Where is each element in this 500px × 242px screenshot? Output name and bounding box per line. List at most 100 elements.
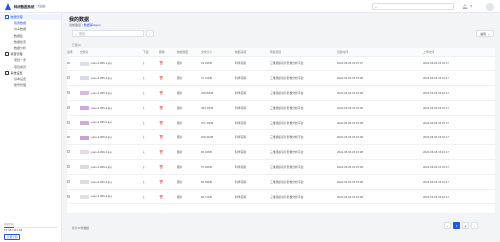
delete-icon[interactable]: 🗑︎ [159,135,163,139]
column-header-3: 删除 [159,48,177,57]
page-button-2[interactable]: 2 [462,222,469,229]
table-cell: yuan-4-995-5.jpg [80,115,143,131]
folder-icon [5,15,9,19]
file-name[interactable]: yuan-4-995-4.jpg [91,106,112,110]
download-icon[interactable]: ⤓ [143,91,145,95]
table-cell: 2024-06-06 15:15:38 [337,70,423,87]
data-type: 图片 [177,135,183,140]
table-row[interactable]: yuan-4-995-3.jpg ⤓ 🗑︎ 图片 445.83KB 科学实验 三维组织切片影… [67,85,495,101]
row-checkbox[interactable] [67,179,70,183]
row-checkbox[interactable] [67,91,70,94]
table-row[interactable]: yuan-4-995-4.jpg ⤓ 🗑︎ 图片 383.17KB 科学实验 三维组织切片影… [67,100,495,116]
created-time: 2024-06-06 15:15:38 [337,164,363,169]
table-cell: yuan-4-995-2.jpg [80,70,143,87]
table-cell [67,115,80,131]
sidebar-item-2-1[interactable]: 账号管理 [0,82,61,88]
chevron-down-icon: ⌄ [487,31,490,36]
table-cell: ⤓ [143,115,159,131]
table-cell: ⤓ [143,159,159,175]
table-cell: yuan-4-996-2.jpg [80,159,143,175]
row-checkbox[interactable] [67,194,70,198]
download-icon[interactable]: ⤓ [143,180,145,184]
file-name[interactable]: yuan-4-995-2.jpg [91,76,112,80]
search-button[interactable]: ⌕ [146,30,154,37]
created-time: 2024-06-06 15:15:38 [337,194,363,199]
download-icon[interactable]: ⤓ [143,195,145,199]
data-source: 科学实验 [235,90,247,95]
created-time: 2024-06-06 15:15:38 [337,76,363,81]
download-icon[interactable]: ⤓ [143,121,145,125]
file-name[interactable]: yuan-4-995-5.jpg [91,120,112,124]
file-name[interactable]: yuan-4-995-6.jpg [91,135,112,139]
table-row[interactable]: yuan-4-996-4.jpg ⤓ 🗑︎ 图片 60.71KB 科学实验 三维组织切片影像… [67,189,495,205]
file-name[interactable]: yuan-4-996-1.jpg [91,150,112,154]
data-source: 科学实验 [235,61,247,66]
file-name[interactable]: yuan-4-996-3.jpg [91,180,112,184]
table-cell: 图片 [177,100,201,116]
delete-icon[interactable]: 🗑︎ [159,180,163,184]
table-row[interactable]: yuan-4-995-5.jpg ⤓ 🗑︎ 图片 371.43KB 科学实验 三维组织切片影… [67,115,495,131]
avatar[interactable] [486,2,494,11]
row-checkbox[interactable] [67,105,70,109]
download-icon[interactable]: ⤓ [143,76,145,80]
delete-icon[interactable]: 🗑︎ [159,61,163,65]
storage-bar-fill [4,226,14,229]
row-checkbox[interactable] [67,61,70,65]
delete-icon[interactable]: 🗑︎ [159,121,163,125]
delete-icon[interactable]: 🗑︎ [159,165,163,169]
download-icon[interactable]: ⤓ [143,135,145,139]
uploaded-time: 2024-06-06 15:16:17 [423,194,449,199]
download-icon[interactable]: ⤓ [143,150,145,154]
thumbnail [80,120,89,125]
table-cell: 2024-06-06 15:15:38 [337,159,423,175]
data-source: 科学实验 [235,194,247,199]
download-icon[interactable]: ⤓ [143,106,145,110]
delete-icon[interactable]: 🗑︎ [159,106,163,110]
search-input[interactable]: ⌕ 搜索 [72,30,144,37]
breadcrumb-current[interactable]: 数据库/sgem [84,23,101,27]
global-search-input[interactable]: ⌕ [372,3,454,10]
row-checkbox[interactable] [67,150,70,154]
delete-icon[interactable]: 🗑︎ [159,76,163,80]
table-cell: yuan-4-995-1.jpg [80,56,143,72]
download-icon[interactable]: ⤓ [143,61,145,65]
table-row[interactable]: yuan-4-995-1.jpg ⤓ 🗑︎ 图片 33.36KB 科学实验 三维组织切片影像… [67,56,495,72]
file-name[interactable]: yuan-4-996-4.jpg [91,194,112,198]
table-row[interactable]: yuan-4-996-3.jpg ⤓ 🗑︎ 图片 50.48KB 科学实验 三维组织切片影像… [67,174,495,190]
help-icon[interactable]: ? [468,4,474,10]
data-type: 图片 [177,120,183,125]
row-checkbox[interactable] [67,165,70,168]
row-checkbox[interactable] [67,135,70,139]
edit-button[interactable]: 编辑 ⌄ [476,30,494,37]
delete-icon[interactable]: 🗑︎ [159,91,163,95]
project-name: 三维组织切片影像分析平台 [270,164,304,169]
table-row[interactable]: yuan-4-996-1.jpg ⤓ 🗑︎ 图片 95.46KB 科学实验 三维组织切片影像… [67,144,495,161]
table-row[interactable]: yuan-4-995-2.jpg ⤓ 🗑︎ 图片 37.21KB 科学实验 三维组织切片影像… [67,70,495,87]
next-page-button[interactable]: › [471,222,478,229]
table-cell: 🗑︎ [159,189,177,205]
breadcrumb-separator: | [82,23,83,27]
download-icon[interactable]: ⤓ [143,165,145,169]
delete-icon[interactable]: 🗑︎ [159,150,163,154]
table-cell: 图片 [177,189,201,205]
file-size: 445.83KB [201,90,214,95]
delete-icon[interactable]: 🗑︎ [159,195,163,199]
column-header-2: 下载 [143,48,159,57]
previous-page-button[interactable]: ‹ [444,222,451,229]
search-placeholder: 搜索 [78,32,86,36]
table-row[interactable]: yuan-4-995-6.jpg ⤓ 🗑︎ 图片 439.21KB 科学实验 三维组织切片影… [67,129,495,146]
row-checkbox[interactable] [67,120,70,124]
upgrade-button[interactable]: 升级空间 [4,234,21,240]
table-row[interactable]: yuan-4-996-2.jpg ⤓ 🗑︎ 图片 57.36KB 科学实验 三维组织切片影像… [67,159,495,175]
file-size: 95.46KB [201,150,212,155]
table-cell: 🗑︎ [159,144,177,161]
thumbnail [80,135,89,140]
page-button-1[interactable]: 1 [453,222,460,229]
file-name[interactable]: yuan-4-995-1.jpg [91,61,112,65]
table-cell: 科学实验 [235,129,270,146]
table-cell: 2024-06-06 15:16:17 [423,174,495,190]
file-size: 60.71KB [201,194,212,199]
file-name[interactable]: yuan-4-995-3.jpg [91,91,112,95]
row-checkbox[interactable] [67,76,70,80]
file-name[interactable]: yuan-4-996-2.jpg [91,165,112,169]
